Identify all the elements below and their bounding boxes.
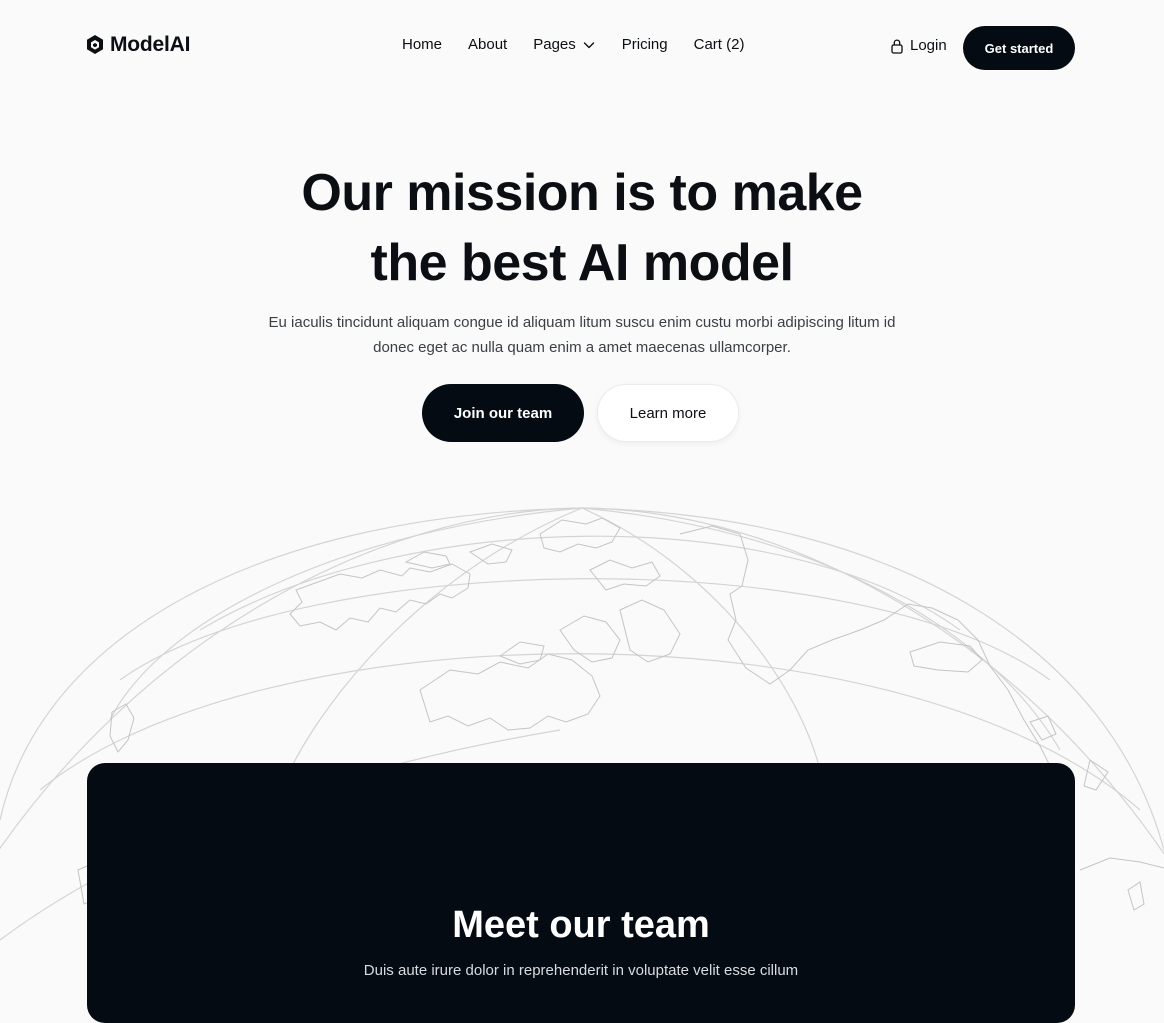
hero-title-line-1: Our mission is to make [301,164,863,222]
login-label: Login [910,37,947,54]
get-started-button[interactable]: Get started [963,26,1075,70]
nav-item-about[interactable]: About [468,36,507,53]
main-menu: Home About Pages Pricing Cart (2) [402,36,744,53]
learn-more-button[interactable]: Learn more [597,384,739,442]
team-subtitle: Duis aute irure dolor in reprehenderit i… [363,962,799,979]
hero-subtitle: Eu iaculis tincidunt aliquam congue id a… [268,314,896,356]
hero-title-line-2: the best AI model [370,234,794,292]
hexagon-logo-icon [87,35,103,54]
nav-item-pages-label: Pages [533,36,576,53]
brand-logo[interactable]: ModelAI [86,33,190,57]
hero-title: Our mission is to make the best AI model [182,158,982,298]
nav-item-pricing[interactable]: Pricing [622,36,668,53]
nav-item-pages[interactable]: Pages [533,36,596,53]
login-link[interactable]: Login [890,37,947,54]
brand-name: ModelAI [110,33,191,56]
top-navbar: ModelAI Home About Pages Pricing Cart (2… [0,0,1164,96]
chevron-down-icon [583,41,594,48]
meet-our-team-section: Meet our team Duis aute irure dolor in r… [87,763,1075,1023]
join-our-team-button[interactable]: Join our team [422,384,584,442]
nav-item-home[interactable]: Home [402,36,442,53]
lock-icon [891,39,903,54]
team-title: Meet our team [452,904,710,946]
nav-item-cart[interactable]: Cart (2) [694,36,745,53]
